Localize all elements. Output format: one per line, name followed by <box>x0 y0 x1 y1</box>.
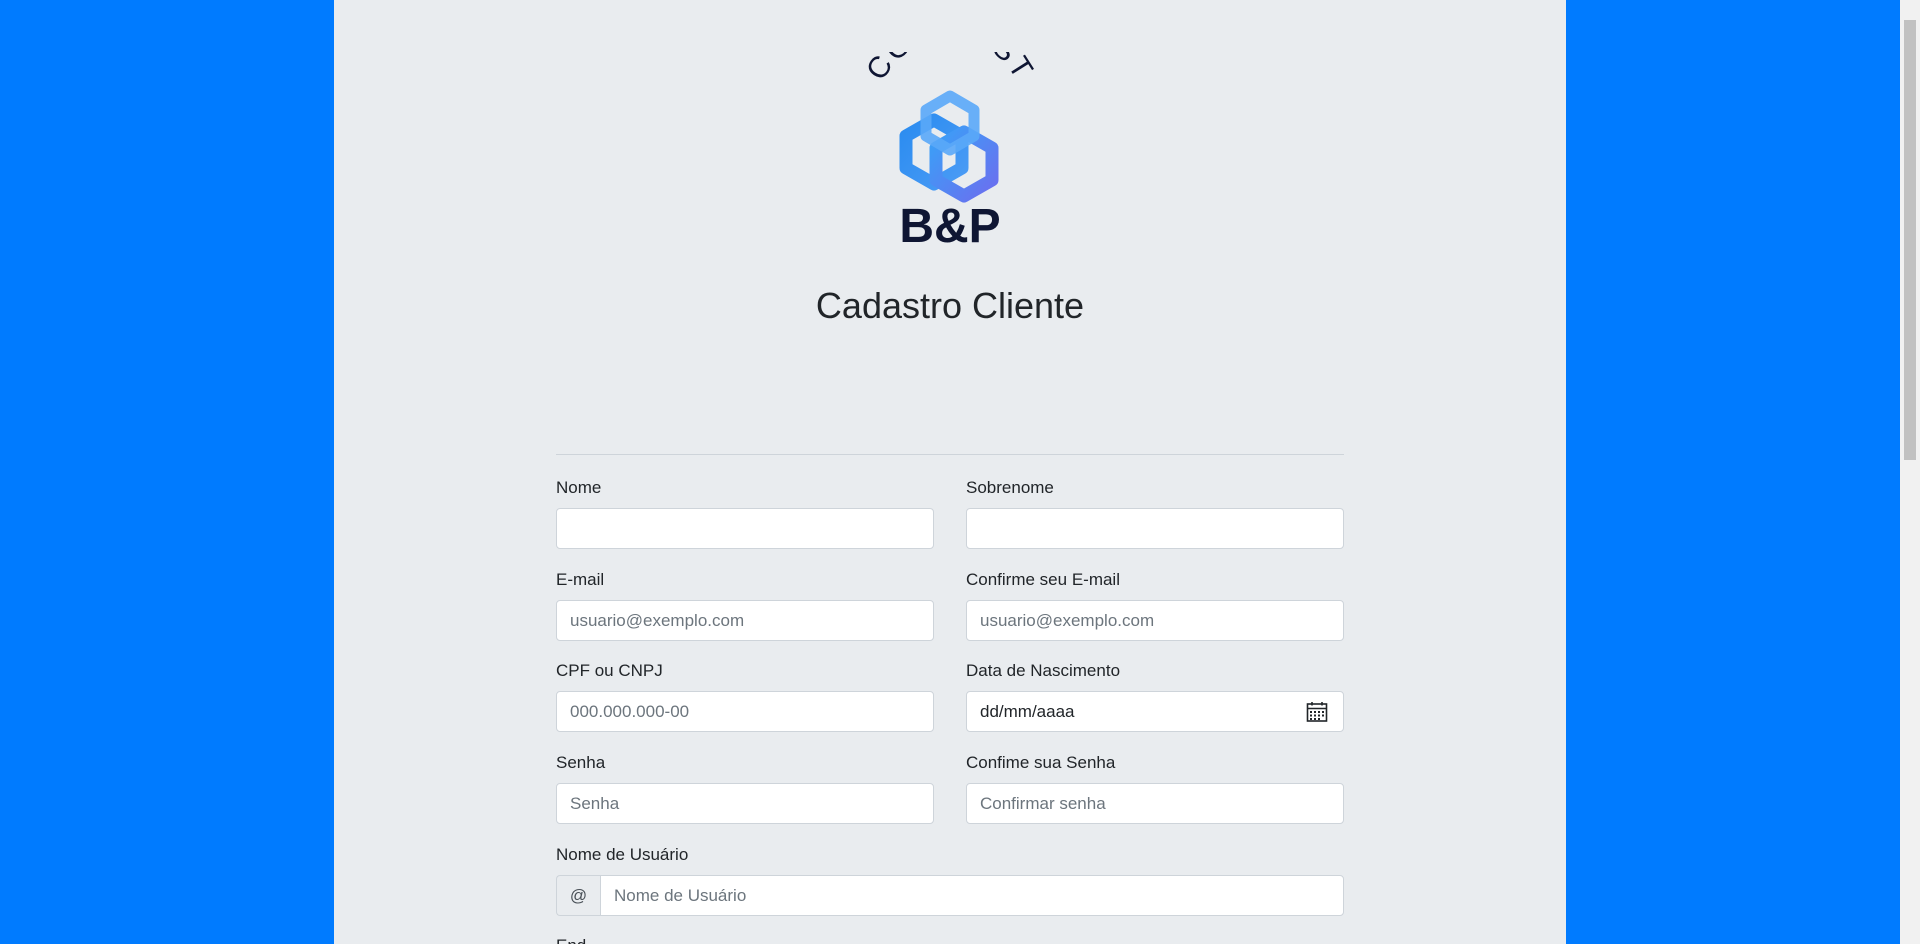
section-divider <box>556 454 1344 455</box>
cpf-input[interactable] <box>556 691 934 732</box>
nascimento-input[interactable] <box>966 691 1344 732</box>
nome-input[interactable] <box>556 508 934 549</box>
at-prefix: @ <box>556 875 600 916</box>
nome-group: Nome <box>556 476 934 549</box>
senha-input[interactable] <box>556 783 934 824</box>
senha-label: Senha <box>556 753 606 772</box>
confirm-email-label: Confirme seu E-mail <box>966 570 1120 589</box>
svg-text:B&P: B&P <box>899 200 1000 248</box>
sobrenome-input[interactable] <box>966 508 1344 549</box>
usuario-input-group: @ <box>556 875 1344 916</box>
registration-panel: COINVEST B&P Cadastro Cliente Nome Sobre… <box>334 0 1566 944</box>
sobrenome-label: Sobrenome <box>966 478 1054 497</box>
vertical-scrollbar[interactable] <box>1900 0 1920 944</box>
email-input[interactable] <box>556 600 934 641</box>
next-field-label: End <box>556 934 586 944</box>
calendar-icon[interactable] <box>1306 701 1328 723</box>
coinvest-logo: COINVEST B&P <box>864 52 1036 248</box>
page-title: Cadastro Cliente <box>815 285 1085 326</box>
email-group: E-mail <box>556 568 934 641</box>
nascimento-group: Data de Nascimento dd/mm/aaaa <box>966 659 1344 732</box>
usuario-label: Nome de Usuário <box>556 845 689 864</box>
scrollbar-thumb[interactable] <box>1904 20 1916 460</box>
svg-text:COINVEST: COINVEST <box>864 52 1036 86</box>
nome-label: Nome <box>556 478 602 497</box>
confirm-email-input[interactable] <box>966 600 1344 641</box>
email-label: E-mail <box>556 570 605 589</box>
confirm-senha-label: Confime sua Senha <box>966 753 1116 772</box>
senha-group: Senha <box>556 751 934 824</box>
usuario-input[interactable] <box>600 875 1344 916</box>
confirm-senha-input[interactable] <box>966 783 1344 824</box>
nascimento-label: Data de Nascimento <box>966 661 1121 680</box>
cpf-group: CPF ou CNPJ <box>556 659 934 732</box>
date-picker: dd/mm/aaaa <box>966 691 1344 732</box>
usuario-group: Nome de Usuário @ <box>556 843 1344 916</box>
cpf-label: CPF ou CNPJ <box>556 661 663 680</box>
sobrenome-group: Sobrenome <box>966 476 1344 549</box>
confirm-email-group: Confirme seu E-mail <box>966 568 1344 641</box>
confirm-senha-group: Confime sua Senha <box>966 751 1344 824</box>
